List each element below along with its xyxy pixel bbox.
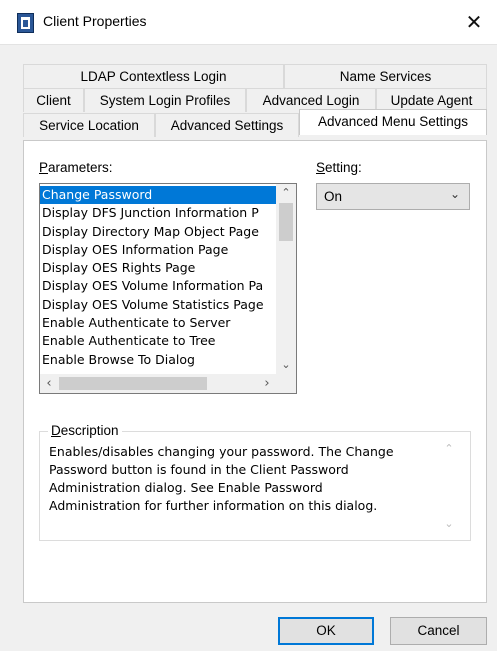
list-item[interactable]: Enable Browse To Dialog (40, 351, 276, 369)
scroll-down-icon: ⌄ (444, 517, 454, 530)
tab-client[interactable]: Client (23, 88, 84, 112)
tab-advanced-menu-settings[interactable]: Advanced Menu Settings (299, 109, 487, 135)
scroll-left-icon[interactable]: ‹ (40, 374, 58, 393)
list-item[interactable]: Display Directory Map Object Page (40, 223, 276, 241)
list-item[interactable]: Display OES Volume Information Pa (40, 277, 276, 295)
scroll-up-icon[interactable]: ⌃ (276, 184, 296, 202)
setting-value: On (324, 189, 343, 204)
tab-advanced-settings[interactable]: Advanced Settings (155, 113, 299, 137)
tab-system-login-profiles[interactable]: System Login Profiles (84, 88, 246, 112)
parameters-listbox[interactable]: Change Password Display DFS Junction Inf… (39, 183, 297, 394)
scroll-corner (276, 374, 296, 393)
scroll-down-icon[interactable]: ⌄ (276, 356, 296, 374)
description-text: Enables/disables changing your password.… (49, 444, 394, 513)
setting-dropdown[interactable]: On ⌄ (316, 183, 470, 210)
cancel-button[interactable]: Cancel (390, 617, 487, 645)
list-item[interactable]: Display DFS Junction Information P (40, 204, 276, 222)
tab-name-services[interactable]: Name Services (284, 64, 487, 88)
parameters-list: Change Password Display DFS Junction Inf… (40, 186, 276, 372)
description-title: Description (48, 423, 122, 438)
setting-label: Setting: (316, 160, 362, 175)
window-title: Client Properties (43, 13, 147, 29)
tab-service-location[interactable]: Service Location (23, 113, 155, 137)
parameters-label: Parameters: (39, 160, 113, 175)
list-item[interactable]: Display OES Rights Page (40, 259, 276, 277)
vertical-scrollbar[interactable]: ⌃ ⌄ (276, 184, 296, 374)
list-item[interactable]: Change Password (40, 186, 276, 205)
chevron-down-icon: ⌄ (449, 187, 460, 201)
list-item[interactable]: Display OES Volume Statistics Page (40, 296, 276, 314)
list-item[interactable]: Enable Authenticate to Tree (40, 332, 276, 350)
vertical-scroll-thumb[interactable] (279, 203, 293, 241)
tab-ldap-contextless-login[interactable]: LDAP Contextless Login (23, 64, 284, 88)
list-item[interactable]: Display OES Information Page (40, 241, 276, 259)
horizontal-scroll-thumb[interactable] (59, 377, 207, 390)
horizontal-scrollbar[interactable]: ‹ › (40, 374, 276, 393)
description-scrollbar: ⌃ ⌄ (437, 440, 461, 532)
list-item[interactable]: Enable Authenticate to Server (40, 314, 276, 332)
ok-button[interactable]: OK (278, 617, 374, 645)
title-bar: Client Properties ✕ (0, 0, 497, 45)
app-icon (17, 13, 34, 33)
scroll-right-icon[interactable]: › (258, 374, 276, 393)
scroll-up-icon: ⌃ (444, 442, 454, 455)
close-icon[interactable]: ✕ (451, 0, 497, 45)
